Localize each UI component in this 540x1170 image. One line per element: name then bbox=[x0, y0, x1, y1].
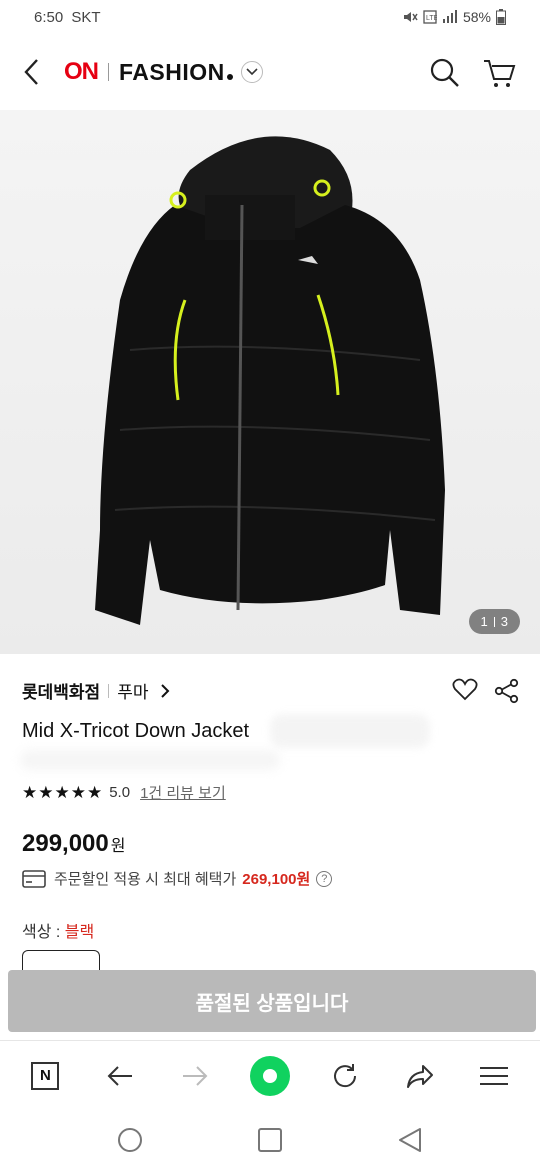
review-link[interactable]: 1건 리뷰 보기 bbox=[140, 782, 226, 803]
back-triangle-icon[interactable] bbox=[396, 1126, 424, 1154]
arrow-right-icon bbox=[183, 1065, 208, 1086]
search-icon bbox=[430, 58, 459, 87]
status-time: 6:50 bbox=[34, 8, 64, 26]
status-carrier: SKT bbox=[71, 8, 101, 26]
benefit-price: 269,100원 bbox=[242, 871, 311, 888]
menu-button[interactable] bbox=[472, 1054, 516, 1098]
lte-icon: LTE bbox=[423, 10, 437, 24]
brand-divider bbox=[108, 683, 110, 698]
svg-text:LTE: LTE bbox=[426, 15, 437, 22]
heart-icon bbox=[452, 678, 478, 701]
green-dot-icon bbox=[249, 1055, 290, 1096]
forward-share-icon bbox=[406, 1064, 433, 1088]
brand-row[interactable]: 롯데백화점 푸마 bbox=[22, 678, 170, 703]
search-button[interactable] bbox=[428, 56, 462, 90]
counter-divider bbox=[493, 616, 495, 627]
chevron-down-icon bbox=[246, 68, 258, 76]
image-current: 1 bbox=[480, 614, 488, 629]
home-square-icon[interactable] bbox=[256, 1126, 284, 1154]
battery-text: 58% bbox=[462, 9, 491, 25]
image-total: 3 bbox=[500, 614, 508, 629]
recents-circle-icon[interactable] bbox=[116, 1126, 144, 1154]
rating-row: ★★★★★ 5.0 1건 리뷰 보기 bbox=[22, 782, 226, 803]
logo-dot bbox=[226, 74, 233, 80]
status-left: 6:50 SKT bbox=[34, 9, 101, 26]
browser-toolbar: N bbox=[0, 1040, 540, 1110]
card-icon bbox=[22, 869, 46, 888]
color-label: 색상 : bbox=[22, 924, 65, 941]
blurred-region bbox=[20, 750, 280, 770]
green-dot-button[interactable] bbox=[248, 1054, 292, 1098]
product-name: Mid X-Tricot Down Jacket bbox=[22, 720, 250, 742]
color-value: 블랙 bbox=[64, 924, 95, 941]
rating-value: 5.0 bbox=[109, 784, 131, 801]
arrow-left-icon bbox=[107, 1065, 133, 1086]
cart-button[interactable] bbox=[482, 56, 518, 90]
wishlist-button[interactable] bbox=[452, 678, 478, 704]
signal-icon bbox=[442, 10, 457, 23]
app-header: ON FASHION bbox=[0, 40, 540, 106]
help-icon[interactable]: ? bbox=[316, 870, 333, 887]
brand-name[interactable]: 푸마 bbox=[117, 678, 148, 703]
price-row: 299,000 원 bbox=[22, 830, 126, 858]
chevron-left-icon bbox=[24, 59, 38, 85]
benefit-row: 주문할인 적용 시 최대 혜택가 269,100원 ? bbox=[22, 868, 333, 889]
browser-back-button[interactable] bbox=[98, 1054, 142, 1098]
logo-dropdown-button[interactable] bbox=[240, 61, 263, 83]
refresh-icon bbox=[333, 1063, 356, 1087]
blurred-region bbox=[270, 714, 430, 748]
refresh-button[interactable] bbox=[323, 1054, 367, 1098]
battery-icon bbox=[496, 9, 506, 25]
back-button[interactable] bbox=[16, 56, 48, 88]
product-image[interactable]: 1 3 bbox=[0, 110, 540, 654]
share-icon bbox=[494, 678, 519, 704]
color-row: 색상 : 블랙 bbox=[22, 918, 94, 942]
hamburger-icon bbox=[480, 1066, 509, 1085]
naver-home-button[interactable]: N bbox=[23, 1054, 67, 1098]
chevron-right-icon bbox=[161, 683, 170, 698]
logo-fashion: FASHION bbox=[119, 58, 225, 85]
system-nav-bar bbox=[0, 1110, 540, 1170]
status-bar: 6:50 SKT LTE 58% bbox=[0, 0, 540, 34]
store-name[interactable]: 롯데백화점 bbox=[22, 678, 100, 703]
benefit-text: 주문할인 적용 시 최대 혜택가 bbox=[54, 871, 237, 888]
price: 299,000 bbox=[22, 830, 109, 857]
browser-forward-button[interactable] bbox=[173, 1054, 217, 1098]
price-unit: 원 bbox=[110, 838, 126, 855]
image-counter: 1 3 bbox=[468, 609, 520, 634]
soldout-button: 품절된 상품입니다 bbox=[8, 970, 536, 1032]
mute-icon bbox=[403, 12, 418, 22]
browser-share-button[interactable] bbox=[398, 1054, 442, 1098]
logo-divider bbox=[108, 63, 109, 81]
share-button[interactable] bbox=[494, 678, 520, 704]
on-fashion-logo[interactable]: ON FASHION bbox=[64, 58, 263, 86]
rating-stars: ★★★★★ bbox=[22, 782, 104, 802]
jacket-image bbox=[95, 136, 445, 625]
cart-icon bbox=[484, 60, 516, 87]
logo-on: ON bbox=[64, 58, 99, 85]
status-right: LTE 58% bbox=[402, 9, 506, 25]
naver-n-icon: N bbox=[31, 1061, 60, 1090]
color-swatch[interactable] bbox=[22, 950, 100, 970]
